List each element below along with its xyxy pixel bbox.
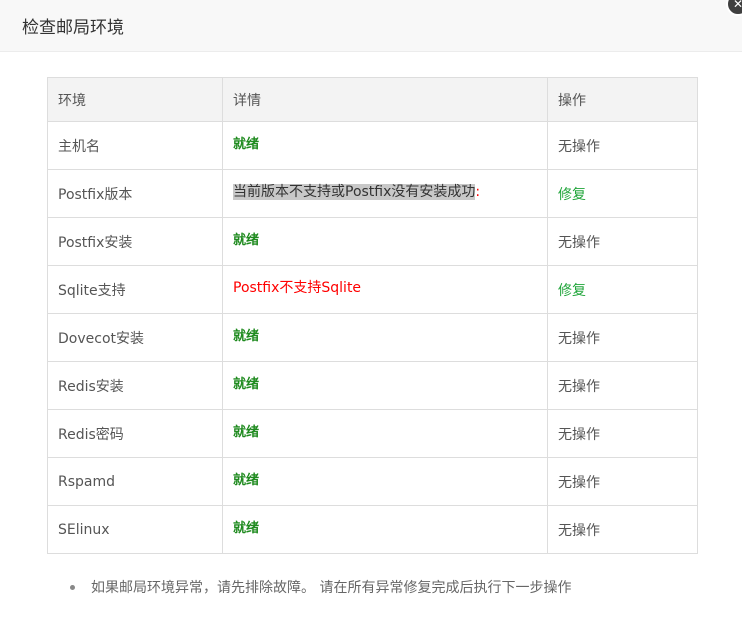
table-row: Rspamd 就绪 无操作 <box>47 457 698 506</box>
action-cell: 修复 <box>547 265 698 314</box>
detail-cell: 就绪 <box>222 409 548 458</box>
action-cell: 无操作 <box>547 361 698 410</box>
fix-button[interactable]: 修复 <box>558 283 586 299</box>
table-row: Redis密码 就绪 无操作 <box>47 409 698 458</box>
table-row: SElinux 就绪 无操作 <box>47 505 698 554</box>
action-cell: 无操作 <box>547 505 698 554</box>
header-action: 操作 <box>547 77 698 122</box>
check-mail-env-dialog: 检查邮局环境 ✕ 环境 详情 操作 主机名 就绪 无操作 Postfix版本 当… <box>0 0 742 625</box>
status-warning-suffix: : <box>475 183 481 200</box>
action-cell: 修复 <box>547 169 698 218</box>
dialog-title: 检查邮局环境 <box>22 18 124 38</box>
table-row: 主机名 就绪 无操作 <box>47 121 698 170</box>
status-ready: 就绪 <box>233 425 260 440</box>
detail-cell: 就绪 <box>222 505 548 554</box>
status-ready: 就绪 <box>233 473 260 488</box>
detail-cell: 就绪 <box>222 361 548 410</box>
env-name: Postfix安装 <box>47 217 223 266</box>
no-action-text: 无操作 <box>558 474 600 491</box>
status-ready: 就绪 <box>233 233 260 248</box>
header-env: 环境 <box>47 77 223 122</box>
detail-cell: 就绪 <box>222 217 548 266</box>
env-name: Postfix版本 <box>47 169 223 218</box>
action-cell: 无操作 <box>547 409 698 458</box>
action-cell: 无操作 <box>547 217 698 266</box>
table-row: Sqlite支持 Postfix不支持Sqlite 修复 <box>47 265 698 314</box>
env-name: Rspamd <box>47 457 223 506</box>
no-action-text: 无操作 <box>558 234 600 251</box>
status-ready: 就绪 <box>233 377 260 392</box>
no-action-text: 无操作 <box>558 138 600 155</box>
no-action-text: 无操作 <box>558 426 600 443</box>
env-name: Dovecot安装 <box>47 313 223 362</box>
header-detail: 详情 <box>222 77 548 122</box>
detail-cell: 就绪 <box>222 121 548 170</box>
env-name: Redis密码 <box>47 409 223 458</box>
dialog-header: 检查邮局环境 <box>0 0 742 52</box>
table-header-row: 环境 详情 操作 <box>47 77 698 122</box>
status-warning-text: 当前版本不支持或Postfix没有安装成功 <box>233 183 476 200</box>
env-name: Redis安装 <box>47 361 223 410</box>
detail-cell: 当前版本不支持或Postfix没有安装成功: <box>222 169 548 218</box>
detail-cell: Postfix不支持Sqlite <box>222 265 548 314</box>
env-name: SElinux <box>47 505 223 554</box>
env-name: 主机名 <box>47 121 223 170</box>
close-icon: ✕ <box>732 0 742 11</box>
status-ready: 就绪 <box>233 521 260 536</box>
no-action-text: 无操作 <box>558 330 600 347</box>
detail-cell: 就绪 <box>222 457 548 506</box>
table-row: Postfix版本 当前版本不支持或Postfix没有安装成功: 修复 <box>47 169 698 218</box>
table-row: Dovecot安装 就绪 无操作 <box>47 313 698 362</box>
notes-list: 如果邮局环境异常，请先排除故障。 请在所有异常修复完成后执行下一步操作 <box>70 577 571 597</box>
table-row: Postfix安装 就绪 无操作 <box>47 217 698 266</box>
action-cell: 无操作 <box>547 457 698 506</box>
no-action-text: 无操作 <box>558 378 600 395</box>
status-ready: 就绪 <box>233 329 260 344</box>
action-cell: 无操作 <box>547 313 698 362</box>
no-action-text: 无操作 <box>558 522 600 539</box>
detail-cell: 就绪 <box>222 313 548 362</box>
fix-button[interactable]: 修复 <box>558 187 586 203</box>
env-table: 环境 详情 操作 主机名 就绪 无操作 Postfix版本 当前版本不支持或Po… <box>47 77 698 554</box>
bullet-icon <box>70 584 75 590</box>
action-cell: 无操作 <box>547 121 698 170</box>
table-row: Redis安装 就绪 无操作 <box>47 361 698 410</box>
status-warning: 当前版本不支持或Postfix没有安装成功: <box>233 183 481 200</box>
env-name: Sqlite支持 <box>47 265 223 314</box>
status-error: Postfix不支持Sqlite <box>233 279 362 296</box>
status-ready: 就绪 <box>233 137 260 152</box>
note-text: 如果邮局环境异常，请先排除故障。 请在所有异常修复完成后执行下一步操作 <box>91 580 572 596</box>
